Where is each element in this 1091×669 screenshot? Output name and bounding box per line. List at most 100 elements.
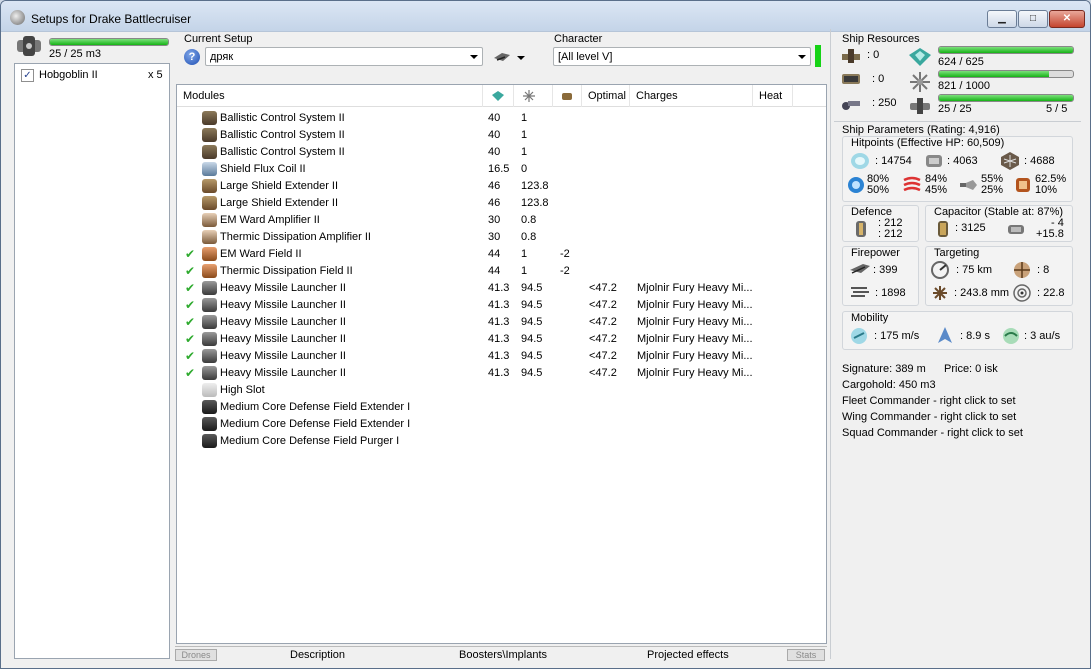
align-time-icon <box>938 327 952 343</box>
column-cpu[interactable] <box>483 85 514 107</box>
drone-bandwidth-bar-right <box>938 94 1074 102</box>
active-check-icon[interactable]: ✔ <box>185 298 195 312</box>
active-check-icon[interactable]: ✔ <box>185 315 195 329</box>
max-targets-icon <box>1014 262 1030 278</box>
column-capacitor[interactable] <box>553 85 582 107</box>
explosive-resist-armor: 10% <box>1035 184 1058 196</box>
tab-projected-effects[interactable]: Projected effects <box>647 649 729 661</box>
tab-stats[interactable]: Stats <box>787 649 825 661</box>
drone-count-text: 5 / 5 <box>1046 103 1068 115</box>
dps: : 399 <box>873 264 898 276</box>
module-row[interactable]: ✔ Heavy Missile Launcher II 41.3 94.5 <47.2 M… <box>177 314 826 331</box>
cpu-fill <box>939 47 1073 53</box>
module-row[interactable]: ✔ EM Ward Field II 44 1 -2 <box>177 246 826 263</box>
module-name: Thermic Dissipation Field II <box>220 265 353 277</box>
ballistic-icon <box>202 128 217 142</box>
calibration-icon <box>842 101 860 110</box>
active-check-icon[interactable]: ✔ <box>185 264 195 278</box>
setup-select-value: дряк <box>210 51 234 63</box>
character-label: Character <box>554 33 603 45</box>
close-button[interactable]: ✕ <box>1049 10 1085 28</box>
tab-description[interactable]: Description <box>290 649 345 661</box>
active-check-icon[interactable]: ✔ <box>185 366 195 380</box>
module-name: EM Ward Amplifier II <box>220 214 320 226</box>
module-row[interactable]: ✔ Heavy Missile Launcher II 41.3 94.5 <47.2 M… <box>177 331 826 348</box>
module-cpu: 30 <box>488 214 501 226</box>
launcher-icon <box>202 281 217 295</box>
bottom-tabs: Description Boosters\Implants Projected … <box>175 646 827 663</box>
module-cpu: 46 <box>488 197 501 209</box>
launcher-icon <box>202 298 217 312</box>
setup-window: Setups for Drake Battlecruiser ▁ □ ✕ 25 … <box>0 0 1091 669</box>
module-row[interactable]: Thermic Dissipation Amplifier II 30 0.8 <box>177 229 826 246</box>
module-row[interactable]: Ballistic Control System II 40 1 <box>177 127 826 144</box>
column-charges[interactable]: Charges <box>630 85 753 107</box>
setup-select[interactable]: дряк <box>205 47 483 66</box>
help-icon[interactable]: ? <box>184 49 200 65</box>
module-charges: Mjolnir Fury Heavy Mi... <box>637 350 753 362</box>
minimize-button[interactable]: ▁ <box>987 10 1017 28</box>
wing-commander[interactable]: Wing Commander - right click to set <box>842 411 1016 423</box>
drone-item[interactable]: ✓ Hobgoblin II x 5 <box>21 69 163 83</box>
active-check-icon[interactable]: ✔ <box>185 349 195 363</box>
cpu-icon <box>909 48 931 66</box>
defence-group: Defence : 212: 212 <box>842 205 919 242</box>
module-name: Heavy Missile Launcher II <box>220 282 346 294</box>
align-time: : 8.9 s <box>960 330 990 342</box>
squad-commander[interactable]: Squad Commander - right click to set <box>842 427 1023 439</box>
maximize-button[interactable]: □ <box>1018 10 1048 28</box>
title-bar[interactable]: Setups for Drake Battlecruiser ▁ □ ✕ <box>1 1 1090 32</box>
module-row[interactable]: ✔ Heavy Missile Launcher II 41.3 94.5 <47.2 M… <box>177 365 826 382</box>
current-setup-label: Current Setup <box>184 33 253 45</box>
module-row[interactable]: ✔ Heavy Missile Launcher II 41.3 94.5 <47.2 M… <box>177 297 826 314</box>
module-row[interactable]: Medium Core Defense Field Extender I <box>177 416 826 433</box>
module-name: Ballistic Control System II <box>220 129 345 141</box>
module-row[interactable]: Medium Core Defense Field Purger I <box>177 433 826 450</box>
module-row[interactable]: ✔ Heavy Missile Launcher II 41.3 94.5 <47.2 M… <box>177 348 826 365</box>
active-check-icon[interactable]: ✔ <box>185 332 195 346</box>
module-row[interactable]: Ballistic Control System II 40 1 <box>177 110 826 127</box>
velocity-icon <box>851 328 867 344</box>
module-row[interactable]: Ballistic Control System II 40 1 <box>177 144 826 161</box>
kinetic-resist: 55% 25% <box>981 174 1003 196</box>
module-row[interactable]: ✔ Heavy Missile Launcher II 41.3 94.5 <47.2 M… <box>177 280 826 297</box>
module-powergrid: 94.5 <box>521 299 543 311</box>
window-title: Setups for Drake Battlecruiser <box>31 12 192 26</box>
module-row[interactable]: ✔ Thermic Dissipation Field II 44 1 -2 <box>177 263 826 280</box>
fleet-commander[interactable]: Fleet Commander - right click to set <box>842 395 1016 407</box>
module-row[interactable]: Large Shield Extender II 46 123.8 <box>177 195 826 212</box>
module-name: Shield Flux Coil II <box>220 163 306 175</box>
module-charges: Mjolnir Fury Heavy Mi... <box>637 333 753 345</box>
modules-table[interactable]: Modules Optimal Charges Heat Ballistic C… <box>176 84 827 644</box>
module-row[interactable]: Large Shield Extender II 46 123.8 <box>177 178 826 195</box>
drone-icon <box>17 36 41 56</box>
mobility-title: Mobility <box>851 312 889 324</box>
column-powergrid[interactable] <box>514 85 553 107</box>
ship-menu-button[interactable] <box>493 48 529 66</box>
module-cpu: 30 <box>488 231 501 243</box>
column-optimal[interactable]: Optimal <box>582 85 630 107</box>
module-row[interactable]: Medium Core Defense Field Extender I <box>177 399 826 416</box>
module-charges: Mjolnir Fury Heavy Mi... <box>637 282 753 294</box>
module-row[interactable]: Shield Flux Coil II 16.5 0 <box>177 161 826 178</box>
character-select-value: [All level V] <box>558 51 613 63</box>
character-select[interactable]: [All level V] <box>553 47 811 66</box>
active-check-icon[interactable]: ✔ <box>185 247 195 261</box>
module-row[interactable]: EM Ward Amplifier II 30 0.8 <box>177 212 826 229</box>
module-name: Ballistic Control System II <box>220 146 345 158</box>
drone-checkbox[interactable]: ✓ <box>21 69 34 82</box>
column-heat[interactable]: Heat <box>753 85 793 107</box>
cpu-bar <box>938 46 1074 54</box>
module-capacitor: -2 <box>560 248 570 260</box>
app-icon <box>10 10 25 25</box>
modules-header: Modules Optimal Charges Heat <box>177 85 826 107</box>
kinetic-resist-armor: 25% <box>981 184 1004 196</box>
tab-boosters-implants[interactable]: Boosters\Implants <box>459 649 547 661</box>
drone-list[interactable]: ✓ Hobgoblin II x 5 <box>14 63 170 659</box>
column-modules[interactable]: Modules <box>177 85 483 107</box>
chevron-down-icon <box>517 56 525 60</box>
em-resist-icon <box>848 177 864 193</box>
active-check-icon[interactable]: ✔ <box>185 281 195 295</box>
module-cpu: 41.3 <box>488 316 510 328</box>
module-row[interactable]: High Slot <box>177 382 826 399</box>
